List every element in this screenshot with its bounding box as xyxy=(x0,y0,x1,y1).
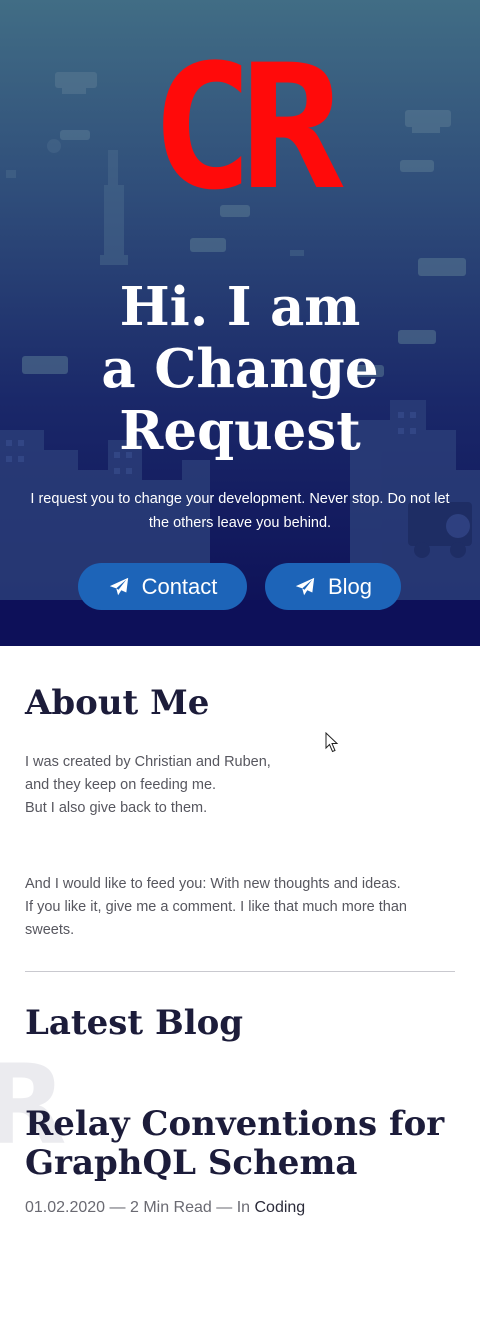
about-heading: About Me xyxy=(25,683,210,723)
hero-headline-line-3: Request xyxy=(119,400,361,462)
blog-post-title[interactable]: Relay Conventions for GraphQL Schema xyxy=(25,1105,465,1183)
about-line: sweets. xyxy=(25,922,75,938)
blog-post-meta: 01.02.2020 — 2 Min Read — In Coding xyxy=(25,1197,305,1219)
meta-separator: — xyxy=(105,1199,130,1216)
about-line: But I also give back to them. xyxy=(25,800,208,816)
post-in-label: In xyxy=(236,1199,255,1216)
hero-headline-line-1: Hi. I am xyxy=(119,276,361,338)
about-line: And I would like to feed you: With new t… xyxy=(25,876,401,892)
mouse-cursor-icon xyxy=(325,732,339,753)
contact-button-label: Contact xyxy=(141,573,218,599)
blog-button-label: Blog xyxy=(327,573,373,599)
post-category-link[interactable]: Coding xyxy=(254,1199,305,1216)
hero-headline-line-2: a Change xyxy=(101,338,379,400)
about-line: If you like it, give me a comment. I lik… xyxy=(25,899,407,915)
hero-headline: Hi. I am a Change Request xyxy=(20,276,460,462)
paper-plane-icon xyxy=(108,576,130,598)
site-logo[interactable]: CR xyxy=(0,42,480,214)
about-line: and they keep on feeding me. xyxy=(25,777,217,793)
about-paragraph-2: And I would like to feed you: With new t… xyxy=(25,873,445,942)
paper-plane-icon xyxy=(294,576,316,598)
post-read-time: 2 Min Read xyxy=(129,1199,212,1216)
latest-blog-heading: Latest Blog xyxy=(25,1003,244,1043)
meta-separator: — xyxy=(211,1199,237,1216)
hero-section: CR Hi. I am a Change Request I request y… xyxy=(0,0,480,646)
section-divider xyxy=(25,971,455,972)
hero-subtitle: I request you to change your development… xyxy=(30,491,450,531)
about-paragraph-1: I was created by Christian and Ruben, an… xyxy=(25,751,445,820)
about-line: I was created by Christian and Ruben, xyxy=(25,754,271,770)
contact-button[interactable]: Contact xyxy=(78,563,247,610)
blog-button[interactable]: Blog xyxy=(265,563,401,610)
post-date: 01.02.2020 xyxy=(25,1199,106,1216)
